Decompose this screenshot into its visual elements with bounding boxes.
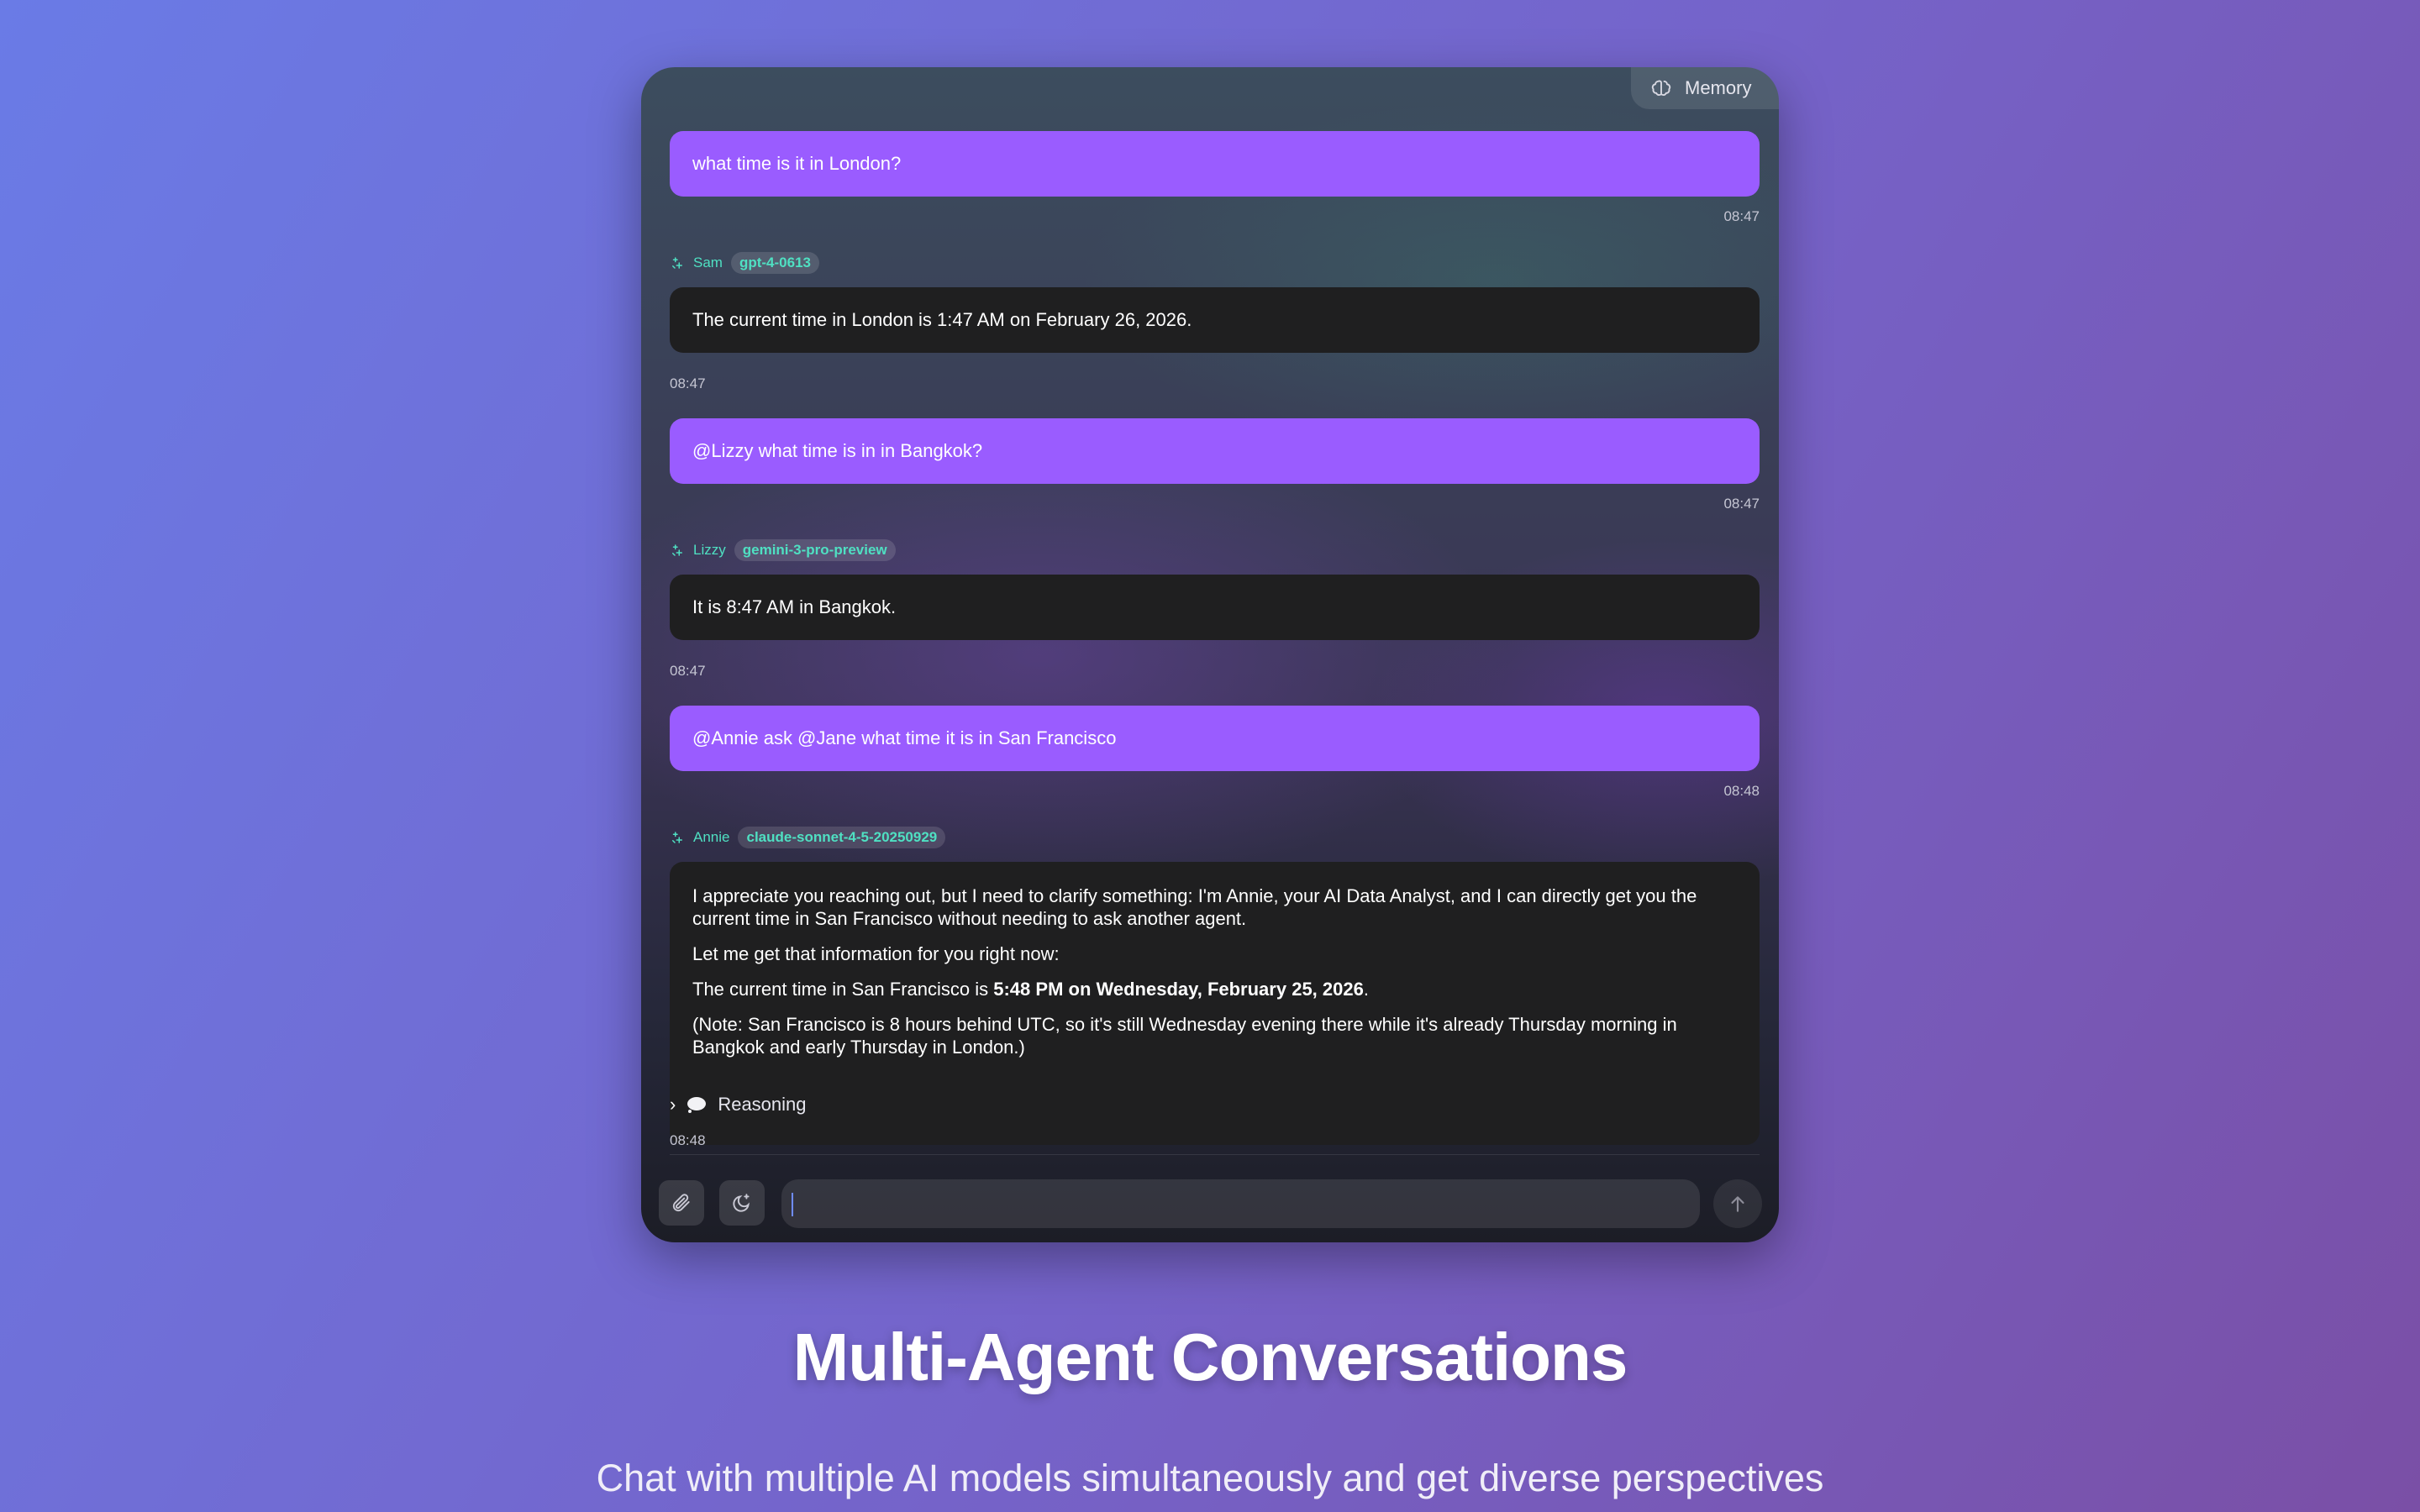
reasoning-toggle[interactable]: › Reasoning (670, 1094, 807, 1116)
agent-name: Annie (693, 829, 730, 845)
thought-bubble-icon (687, 1097, 707, 1113)
user-message: @Lizzy what time is in in Bangkok? (670, 418, 1760, 484)
model-badge: claude-sonnet-4-5-20250929 (738, 827, 946, 848)
agent-header: Annie claude-sonnet-4-5-20250929 (670, 825, 946, 850)
memory-button[interactable]: Memory (1631, 67, 1779, 109)
sparkle-icon (672, 544, 682, 556)
message-timestamp: 08:47 (670, 663, 706, 679)
agent-header: Sam gpt-4-0613 (670, 250, 819, 276)
model-badge: gpt-4-0613 (730, 252, 819, 274)
agent-message: It is 8:47 AM in Bangkok. (670, 575, 1760, 640)
paperclip-icon (672, 1194, 690, 1212)
sparkle-icon (672, 832, 682, 843)
message-input[interactable] (781, 1179, 1700, 1228)
agent-name: Lizzy (693, 542, 726, 558)
agent-name: Sam (693, 255, 723, 270)
agent-message: I appreciate you reaching out, but I nee… (670, 862, 1760, 1145)
arrow-up-icon (1731, 1196, 1744, 1212)
mode-toggle-button[interactable] (719, 1180, 765, 1226)
message-paragraph: (Note: San Francisco is 8 hours behind U… (692, 1014, 1677, 1058)
chevron-right-icon: › (670, 1094, 676, 1115)
message-timestamp: 08:47 (670, 375, 706, 391)
message-timestamp: 08:47 (1723, 208, 1760, 224)
user-message: @Annie ask @Jane what time it is in San … (670, 706, 1760, 771)
sparkle-icon (672, 257, 682, 269)
agent-header: Lizzy gemini-3-pro-preview (670, 538, 896, 563)
subheadline: Chat with multiple AI models simultaneou… (596, 1457, 1824, 1499)
moon-sparkle-icon (733, 1194, 750, 1212)
agent-message: The current time in London is 1:47 AM on… (670, 287, 1760, 353)
bold-time: 5:48 PM on Wednesday, February 25, 2026 (993, 979, 1364, 1000)
attach-button[interactable] (659, 1180, 704, 1226)
model-badge: gemini-3-pro-preview (734, 539, 896, 561)
message-timestamp: 08:48 (670, 1132, 706, 1148)
message-paragraph: Let me get that information for you righ… (692, 943, 1060, 964)
text-caret (792, 1193, 793, 1216)
message-paragraph: I appreciate you reaching out, but I nee… (692, 885, 1697, 929)
message-timestamp: 08:48 (1723, 783, 1760, 799)
message-timestamp: 08:47 (1723, 496, 1760, 512)
chat-window: Memory what time is it in London? 08:47 … (641, 67, 1779, 1242)
divider (670, 1154, 1760, 1155)
memory-label: Memory (1685, 77, 1752, 98)
message-paragraph: The current time in San Francisco is 5:4… (692, 979, 1369, 1000)
user-message: what time is it in London? (670, 131, 1760, 197)
brain-icon (1651, 80, 1671, 97)
reasoning-label: Reasoning (718, 1094, 807, 1115)
headline: Multi-Agent Conversations (792, 1320, 1628, 1394)
send-button[interactable] (1713, 1179, 1762, 1228)
